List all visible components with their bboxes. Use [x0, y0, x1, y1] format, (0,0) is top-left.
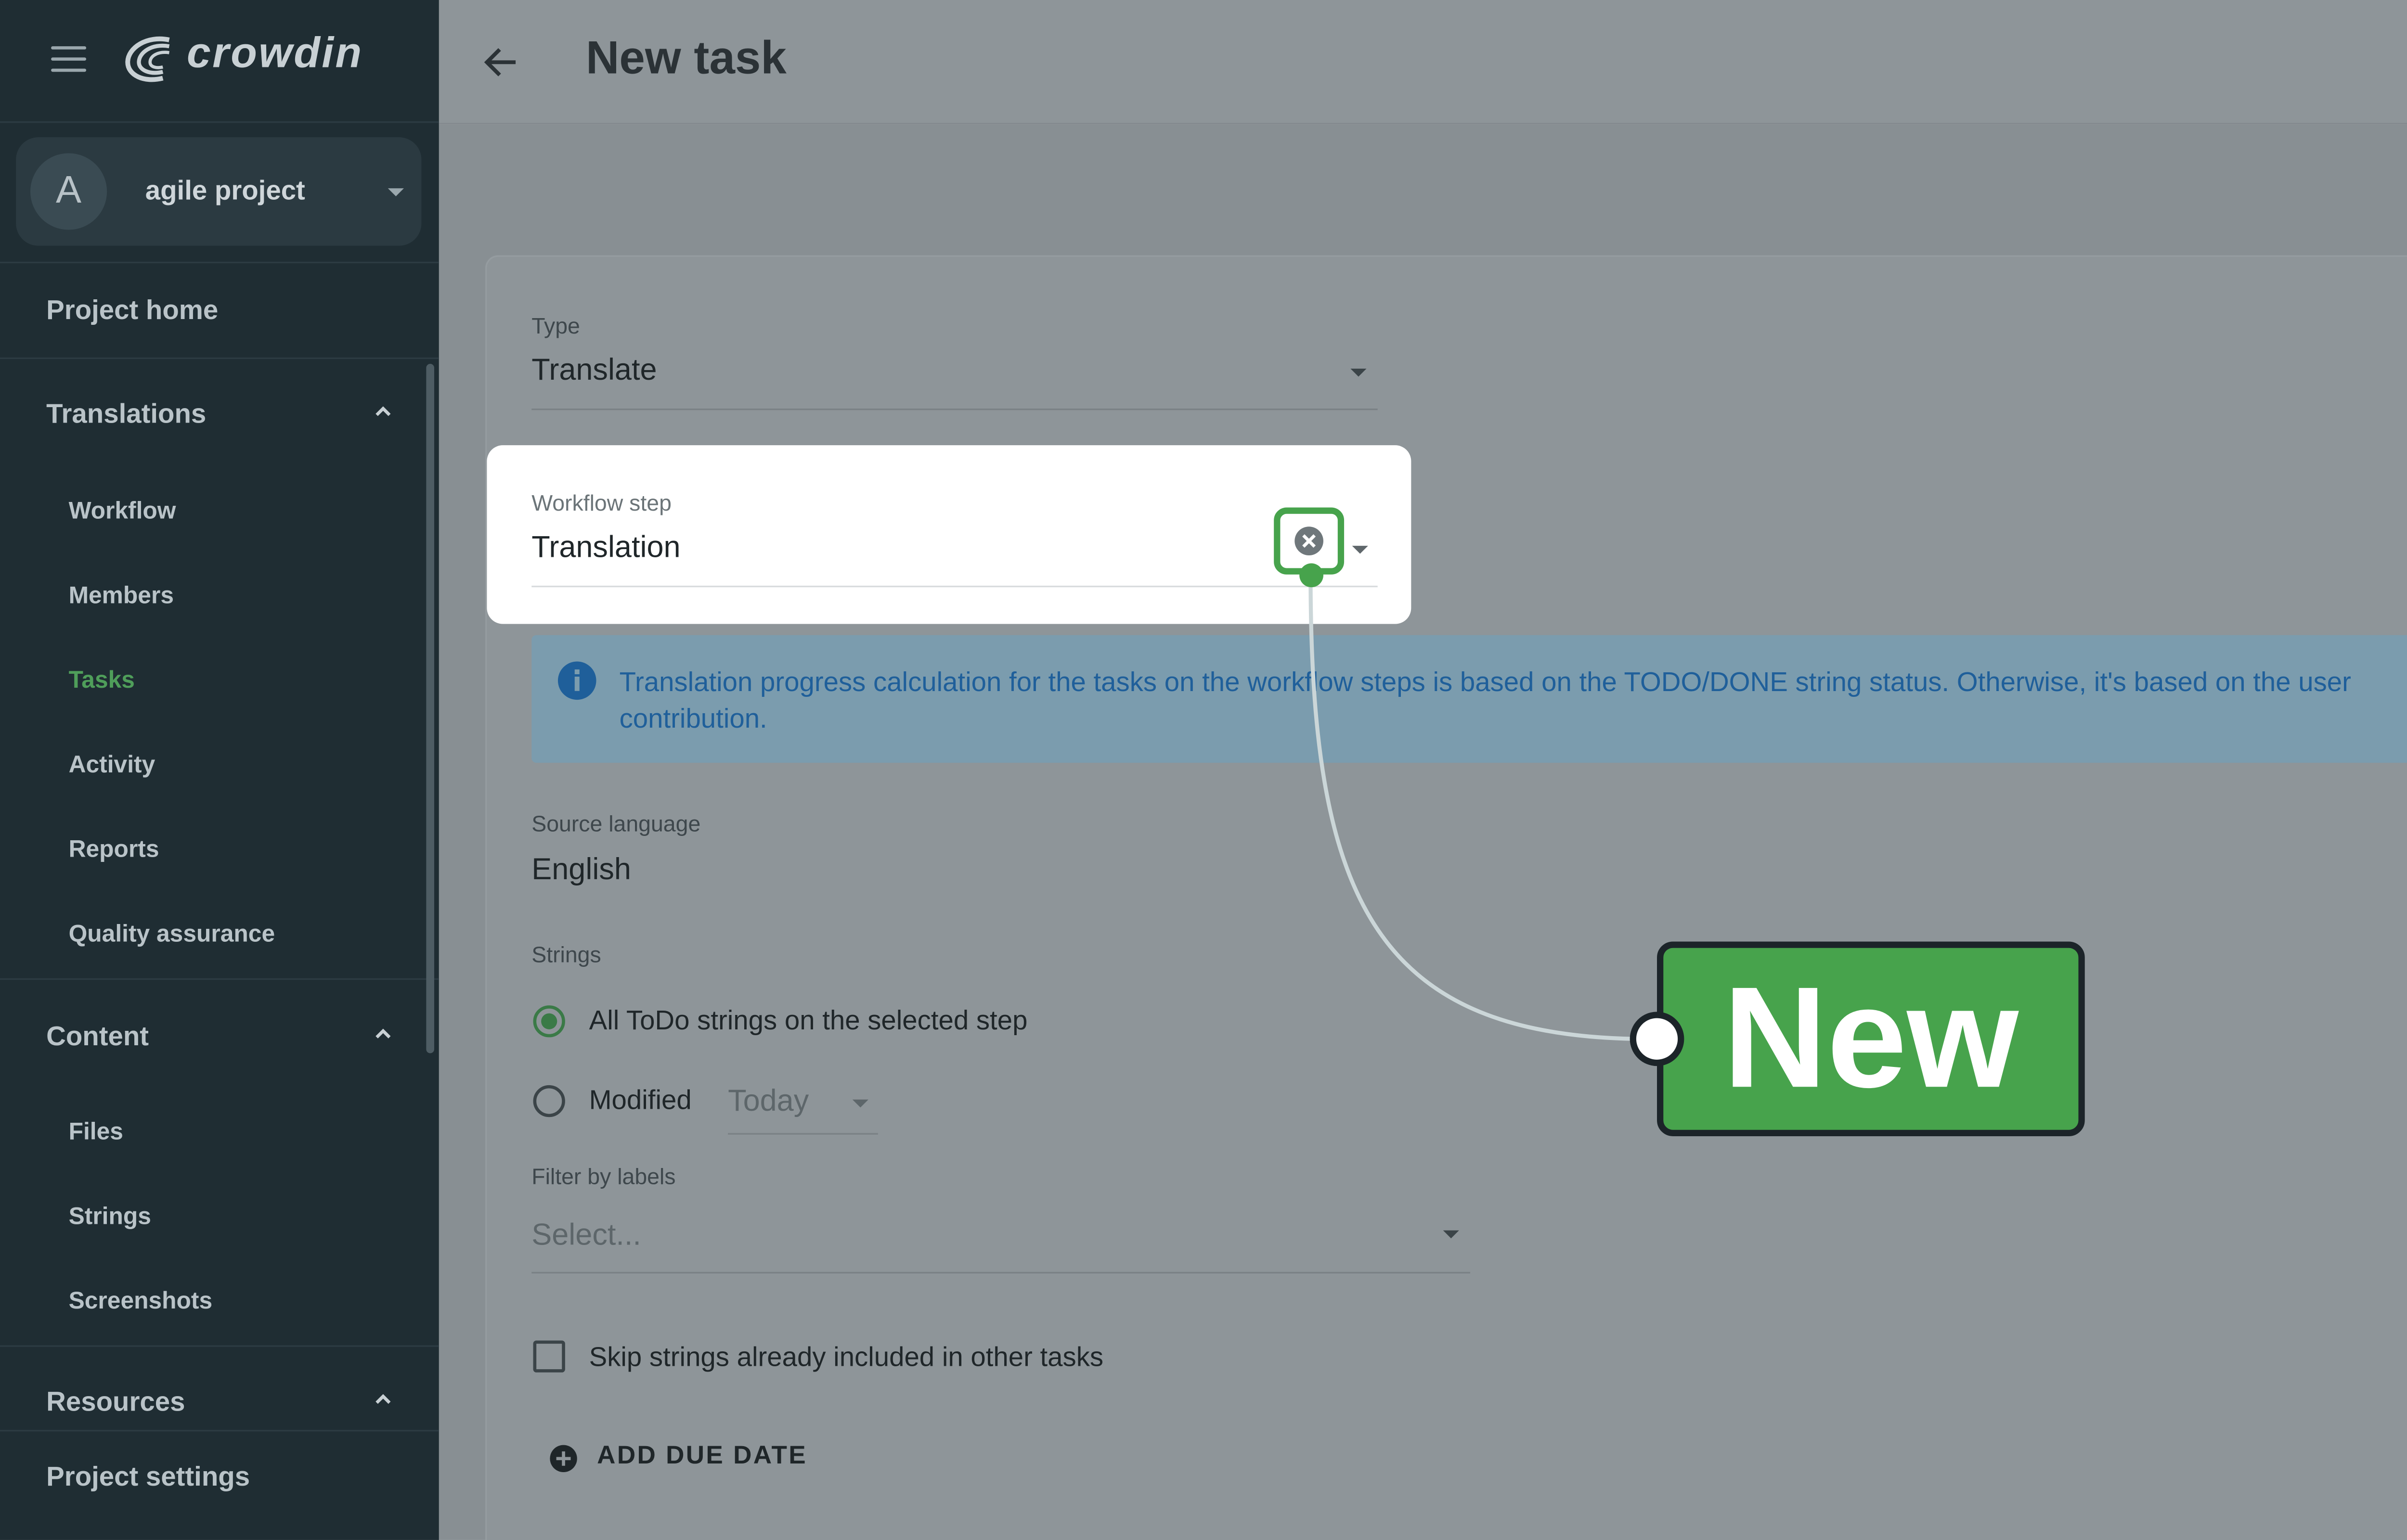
callout-knob [1630, 1012, 1684, 1066]
callout-anchor-dot [1299, 563, 1323, 588]
callout-connector [1308, 574, 1635, 1041]
new-badge-text: New [1723, 959, 2019, 1119]
new-badge: New [1657, 941, 2085, 1136]
